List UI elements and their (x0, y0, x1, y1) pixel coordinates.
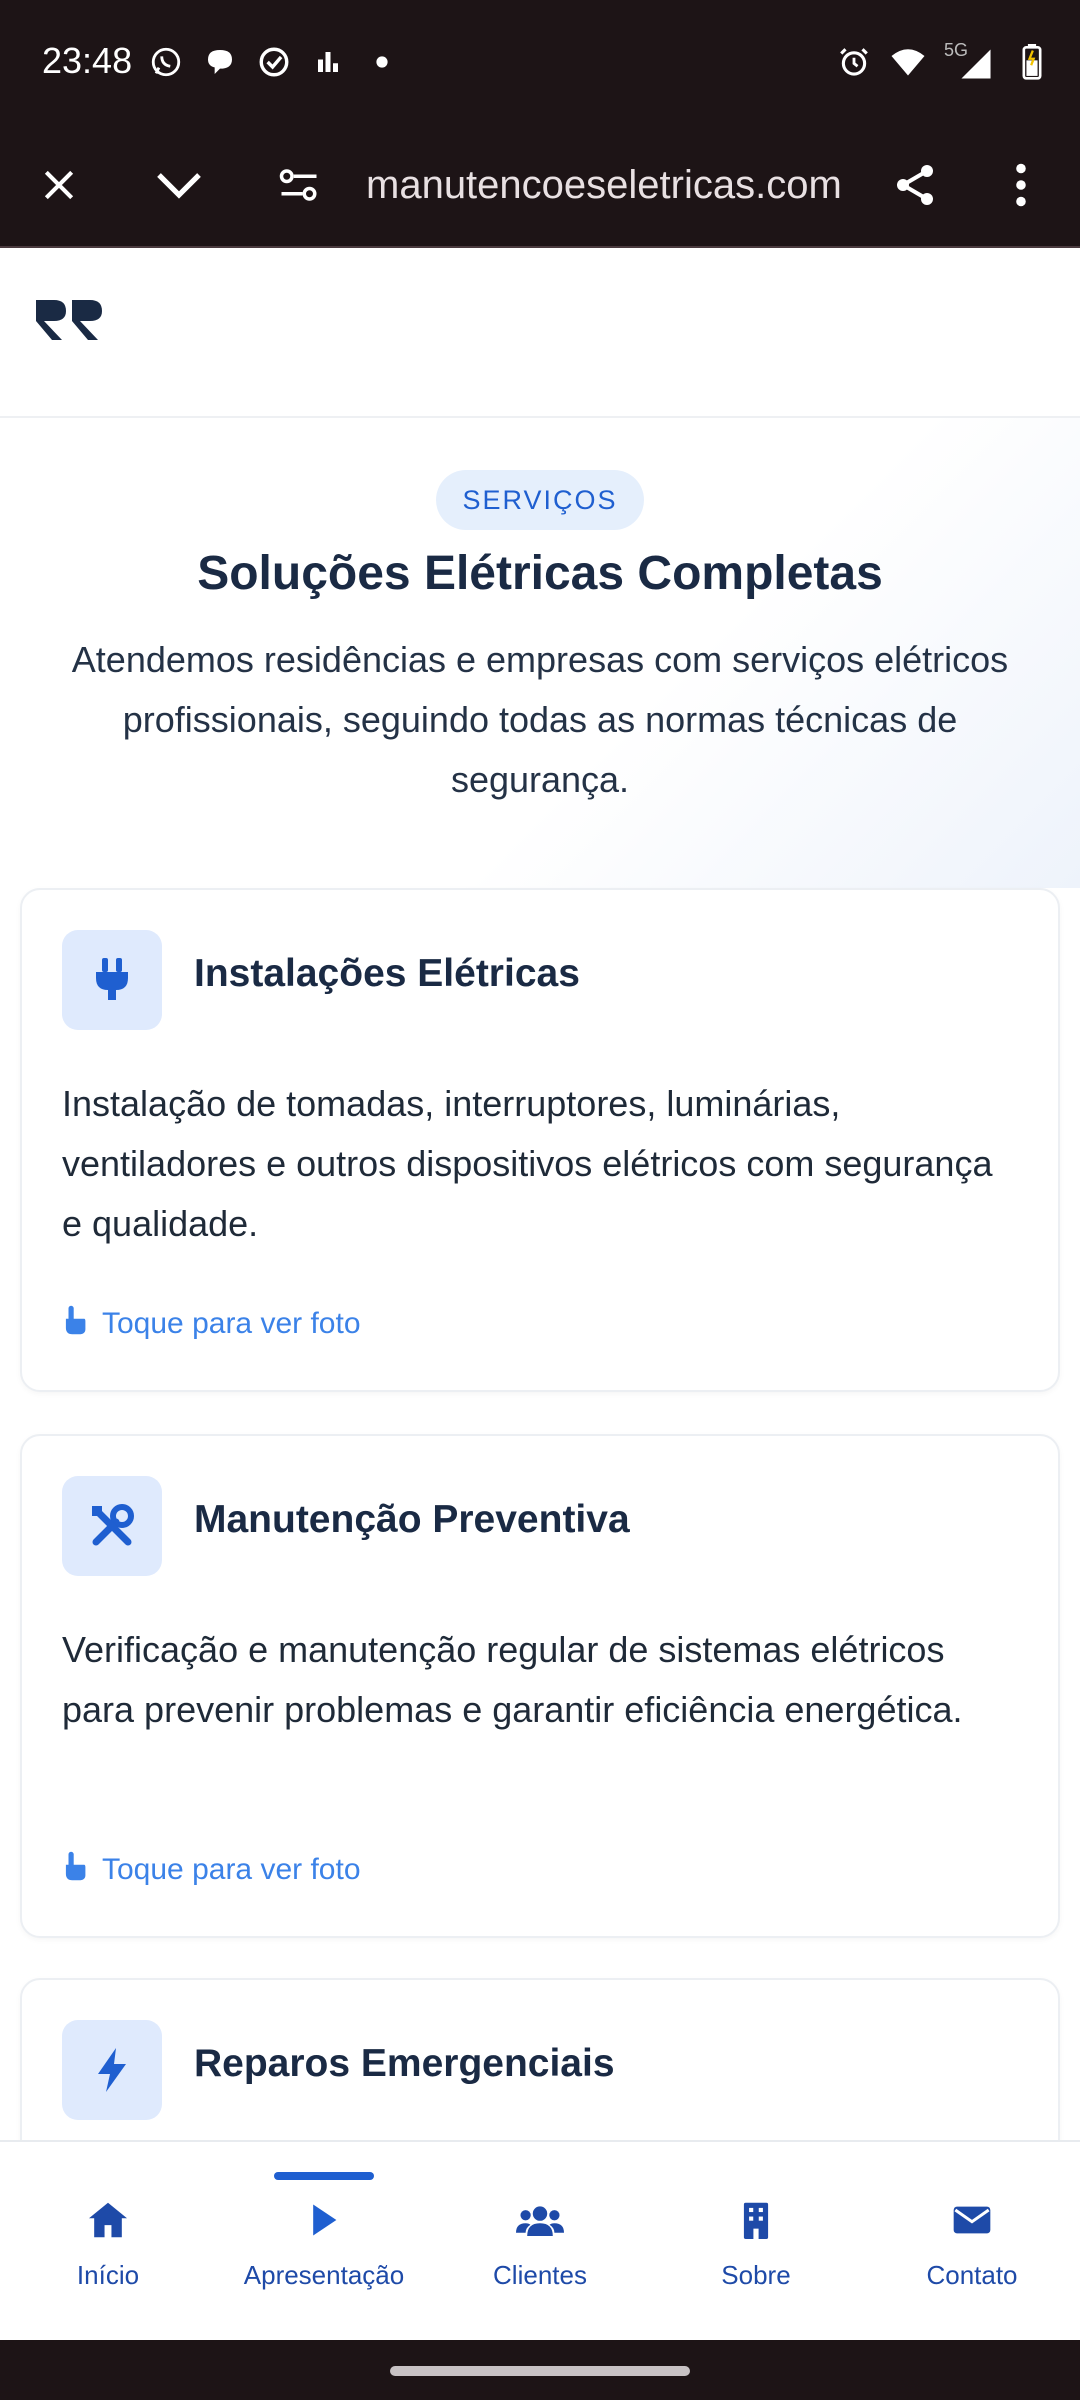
nav-label: Clientes (493, 2260, 587, 2290)
dot-icon (364, 44, 400, 80)
gesture-bar (0, 2340, 1080, 2400)
hand-pointer-icon (62, 1304, 88, 1344)
service-card[interactable]: Manutenção Preventiva Verificação e manu… (20, 1434, 1060, 1938)
view-photo-label: Toque para ver foto (102, 1307, 361, 1340)
active-indicator (274, 2172, 374, 2180)
card-title: Reparos Emergenciais (194, 2042, 615, 2085)
more-vert-icon[interactable] (988, 152, 1054, 218)
nav-label: Contato (926, 2260, 1018, 2290)
site-settings-icon[interactable] (266, 152, 332, 218)
bolt-icon (62, 2020, 162, 2120)
check-circle-icon (256, 44, 292, 80)
nav-label: Sobre (721, 2260, 791, 2290)
card-description: Instalação de tomadas, interruptores, lu… (62, 1083, 993, 1244)
tools-icon (62, 1476, 162, 1576)
card-title: Instalações Elétricas (194, 952, 580, 995)
logo[interactable] (32, 290, 112, 350)
play-icon (216, 2198, 432, 2242)
section-badge: SERVIÇOS (436, 470, 644, 530)
alarm-icon (836, 44, 872, 80)
status-bar: 23:48 5G (0, 0, 1080, 124)
share-icon[interactable] (882, 152, 948, 218)
battery-icon (1014, 44, 1050, 80)
notification-icons (148, 44, 400, 80)
home-icon (0, 2198, 216, 2242)
nav-item-apresentacao[interactable]: Apresentação (216, 2142, 432, 2342)
site-header (0, 250, 1080, 418)
chat-bubble-icon (202, 44, 238, 80)
home-gesture-handle[interactable] (390, 2366, 690, 2376)
nav-item-clientes[interactable]: Clientes (432, 2142, 648, 2342)
view-photo-link[interactable]: Toque para ver foto (62, 1304, 361, 1344)
signal-icon: 5G (944, 40, 996, 82)
url-bar[interactable]: manutencoeseletricas.com (366, 152, 866, 218)
view-photo-label: Toque para ver foto (102, 1853, 361, 1886)
hand-pointer-icon (62, 1850, 88, 1890)
nav-label: Início (76, 2260, 140, 2290)
card-title: Manutenção Preventiva (194, 1498, 630, 1541)
services-hero: SERVIÇOS Soluções Elétricas Completas At… (0, 418, 1080, 888)
nav-label: Apresentação (243, 2260, 405, 2290)
nav-item-sobre[interactable]: Sobre (648, 2142, 864, 2342)
envelope-icon (864, 2198, 1080, 2242)
service-card[interactable]: Instalações Elétricas Instalação de toma… (20, 888, 1060, 1392)
plug-icon (62, 930, 162, 1030)
bottom-navigation: Início Apresentação Clientes Sobre Conta… (0, 2140, 1080, 2340)
building-icon (648, 2198, 864, 2242)
nav-item-contato[interactable]: Contato (864, 2142, 1080, 2342)
browser-toolbar: manutencoeseletricas.com (0, 124, 1080, 248)
hero-subtitle: Atendemos residências e empresas com ser… (71, 639, 1009, 800)
users-icon (432, 2198, 648, 2242)
wifi-icon (890, 44, 926, 80)
page-title: Soluções Elétricas Completas (197, 547, 883, 600)
view-photo-link[interactable]: Toque para ver foto (62, 1850, 361, 1890)
system-icons: 5G (836, 40, 1050, 82)
card-description: Verificação e manutenção regular de sist… (62, 1629, 963, 1730)
bar-chart-icon (310, 44, 346, 80)
status-time: 23:48 (42, 40, 133, 81)
close-icon[interactable] (26, 152, 92, 218)
nav-item-inicio[interactable]: Início (0, 2142, 216, 2342)
whatsapp-icon (148, 44, 184, 80)
chevron-down-icon[interactable] (146, 152, 212, 218)
